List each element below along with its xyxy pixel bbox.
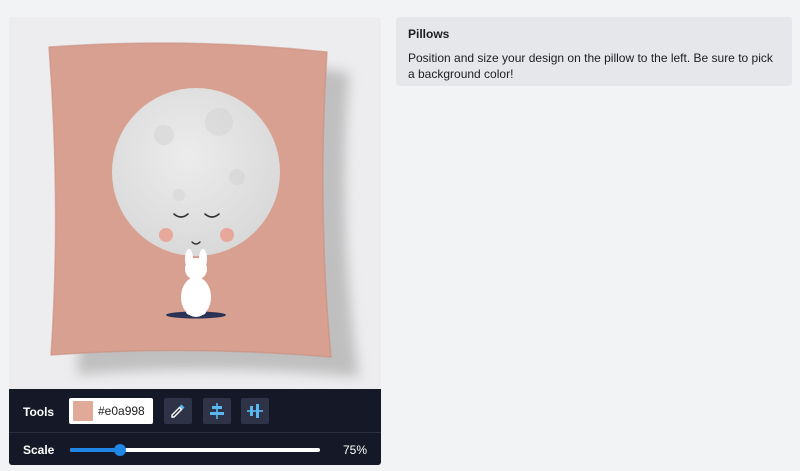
product-instructions: Position and size your design on the pil… xyxy=(408,51,773,81)
product-info-card: Pillows Position and size your design on… xyxy=(396,17,792,86)
align-horizontal-center-button[interactable] xyxy=(241,398,269,424)
background-color-picker[interactable]: #e0a998 xyxy=(69,398,153,424)
tools-row: Tools #e0a998 xyxy=(9,389,381,433)
scale-slider[interactable] xyxy=(70,444,320,456)
pillow-mockup-image xyxy=(48,42,359,378)
eyedropper-icon xyxy=(171,404,185,418)
product-title: Pillows xyxy=(408,27,450,41)
pillow-preview[interactable] xyxy=(9,17,381,389)
eyedropper-button[interactable] xyxy=(164,398,192,424)
design-preview-panel: Tools #e0a998 Scale 75% xyxy=(9,17,381,465)
scale-row: Scale 75% xyxy=(9,433,381,465)
scale-label: Scale xyxy=(23,443,55,457)
color-hex-value: #e0a998 xyxy=(98,404,145,418)
scale-slider-fill xyxy=(70,448,120,452)
moon-graphic xyxy=(112,88,280,256)
scale-slider-thumb[interactable] xyxy=(114,444,126,456)
color-swatch xyxy=(73,401,93,421)
tools-label: Tools xyxy=(23,405,55,419)
design-toolbar: Tools #e0a998 Scale 75% xyxy=(9,389,381,465)
align-vertical-center-icon xyxy=(210,403,224,419)
align-vertical-center-button[interactable] xyxy=(203,398,231,424)
align-horizontal-center-icon xyxy=(247,404,263,418)
scale-value: 75% xyxy=(342,443,367,457)
